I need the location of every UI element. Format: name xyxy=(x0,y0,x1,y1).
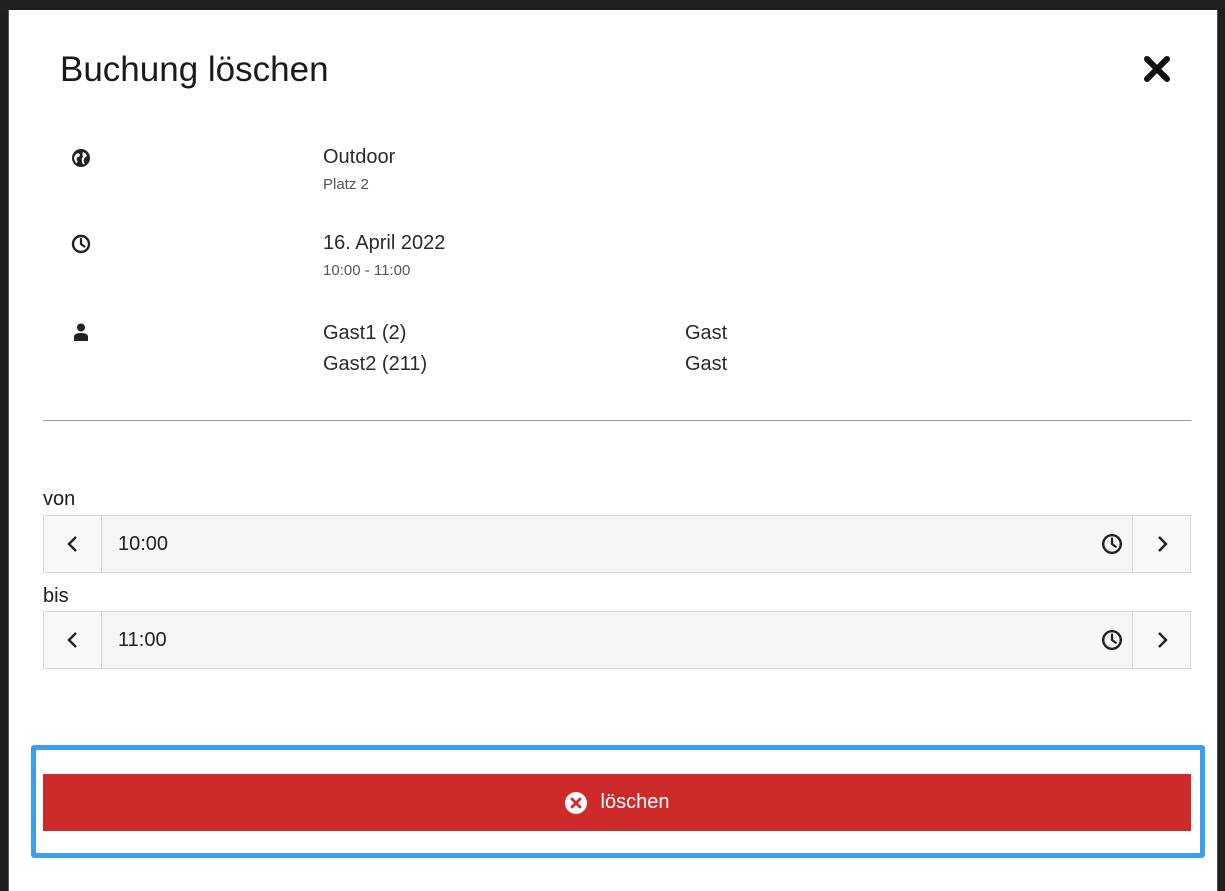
close-button[interactable] xyxy=(1142,54,1172,84)
chevron-right-icon xyxy=(1157,536,1168,552)
chevron-right-icon xyxy=(1157,632,1168,648)
from-clock[interactable] xyxy=(1092,516,1132,572)
close-icon xyxy=(1144,56,1170,82)
dialog-title: Buchung löschen xyxy=(60,50,329,89)
delete-button[interactable]: löschen xyxy=(43,774,1191,831)
circle-x-icon xyxy=(564,791,587,814)
player-type: Gast xyxy=(685,353,728,375)
from-decrement-button[interactable] xyxy=(44,516,102,572)
chevron-left-icon xyxy=(66,632,77,648)
delete-button-label: löschen xyxy=(600,791,670,813)
to-increment-button[interactable] xyxy=(1132,612,1190,668)
player-name: Gast1 (2) xyxy=(323,322,407,344)
chevron-left-icon xyxy=(66,536,77,552)
player-name: Gast2 (211) xyxy=(323,353,428,375)
to-clock[interactable] xyxy=(1092,612,1132,668)
booking-time-range: 10:00 - 11:00 xyxy=(323,262,411,279)
divider xyxy=(43,420,1191,421)
location-name: Outdoor xyxy=(323,146,396,168)
delete-booking-dialog: Buchung löschen Outdoor Platz 2 16. Apri… xyxy=(8,10,1218,891)
clock-icon xyxy=(71,234,91,254)
to-decrement-button[interactable] xyxy=(44,612,102,668)
to-label: bis xyxy=(43,585,69,607)
court-name: Platz 2 xyxy=(323,176,369,193)
to-time-field xyxy=(43,611,1191,669)
from-time-input[interactable] xyxy=(102,516,1092,572)
from-label: von xyxy=(43,488,76,510)
booking-date: 16. April 2022 xyxy=(323,232,446,254)
globe-icon xyxy=(72,149,90,167)
from-time-field xyxy=(43,515,1191,573)
clock-icon xyxy=(1101,533,1123,555)
clock-icon xyxy=(1101,629,1123,651)
from-increment-button[interactable] xyxy=(1132,516,1190,572)
person-icon xyxy=(74,323,88,341)
player-type: Gast xyxy=(685,322,728,344)
to-time-input[interactable] xyxy=(102,612,1092,668)
